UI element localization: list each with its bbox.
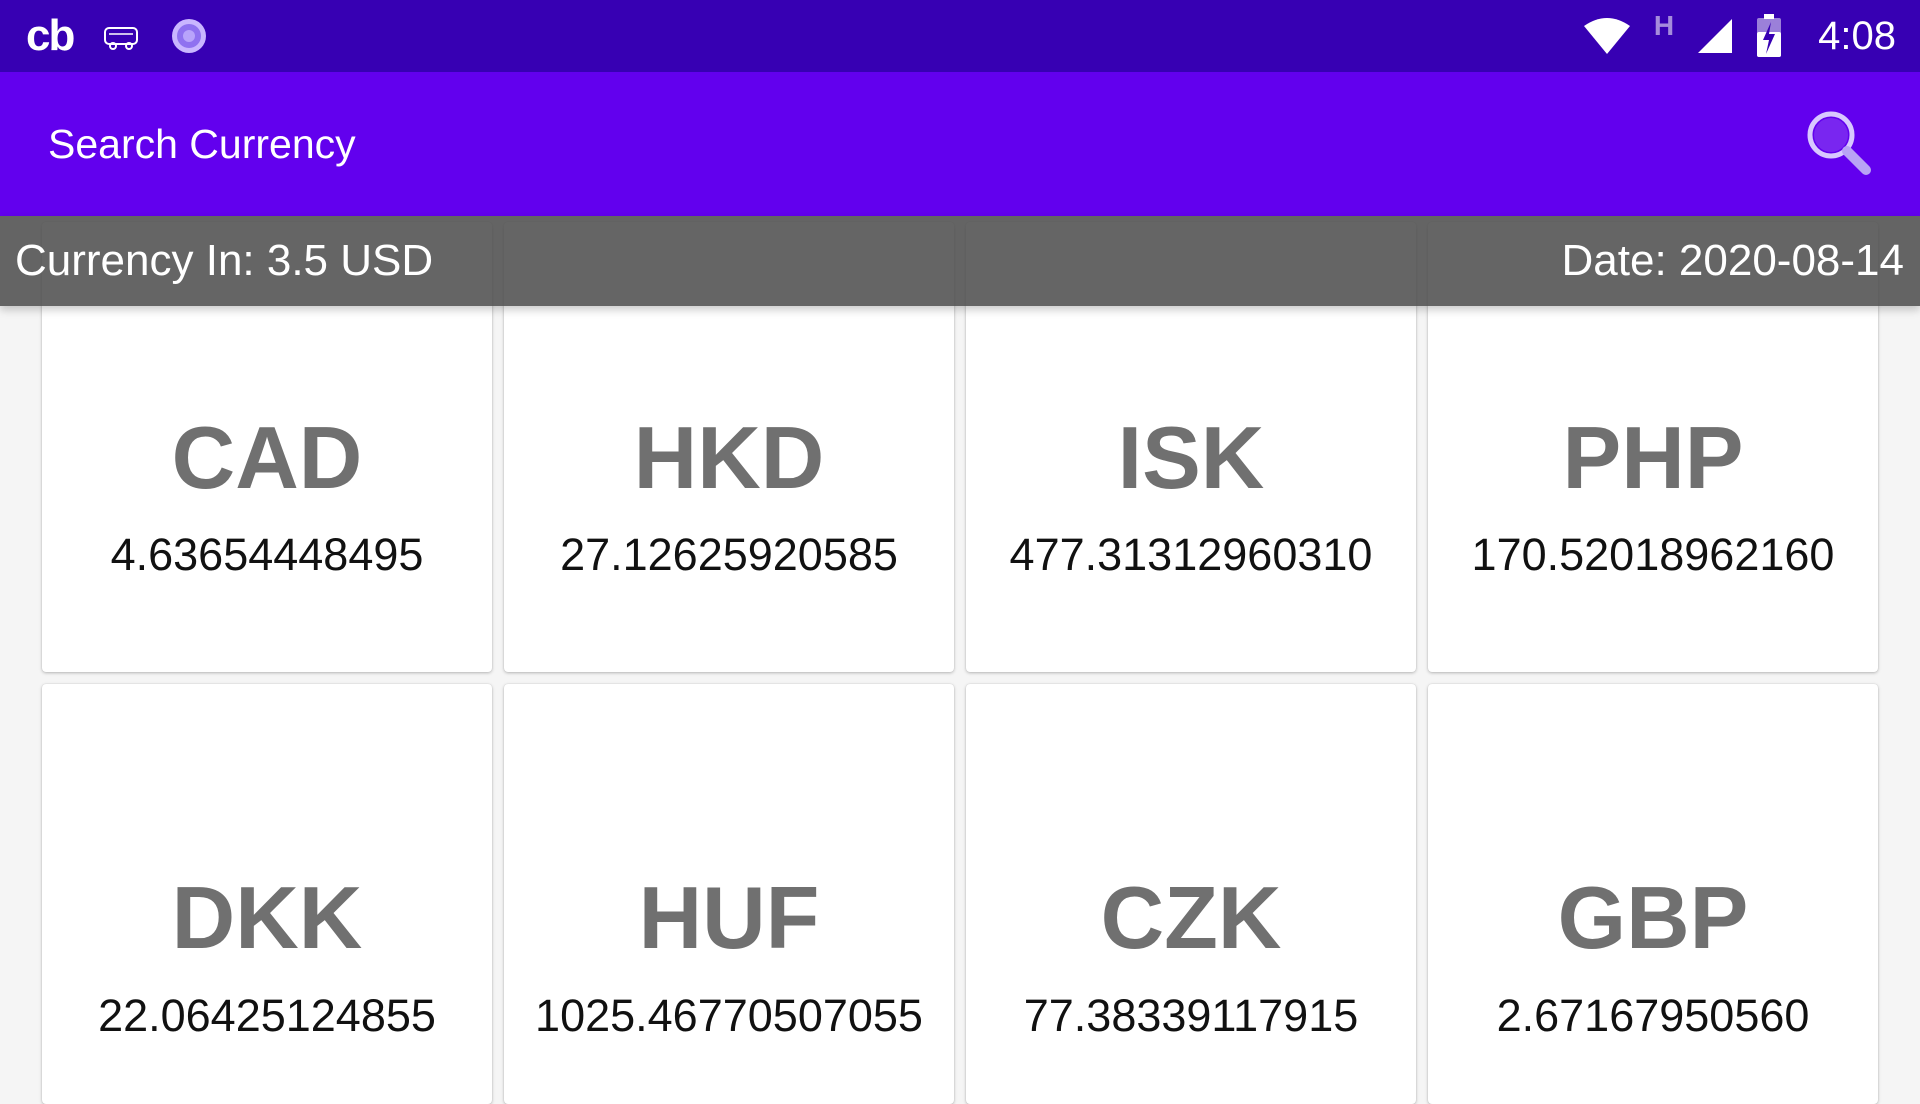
currency-value-czk: 77.38339117915 [1023, 990, 1359, 1041]
currency-card-dkk[interactable]: DKK 22.06425124855 [42, 684, 492, 1104]
cb-app-logo: cb [26, 11, 75, 60]
currency-value-hkd: 27.12625920585 [560, 529, 898, 580]
currency-value-php: 170.52018962160 [1471, 529, 1835, 580]
currency-code-isk: ISK [1117, 408, 1265, 507]
currency-code-hkd: HKD [633, 408, 825, 507]
info-bar: Currency In: 3.5 USD Date: 2020-08-14 [0, 216, 1920, 306]
battery-charging-icon [1756, 14, 1782, 58]
app-bar: Search Currency [0, 72, 1920, 216]
currency-value-gbp: 2.67167950560 [1496, 990, 1810, 1041]
status-bar: cb H 4:08 [0, 0, 1920, 72]
currency-code-dkk: DKK [171, 868, 363, 967]
currency-code-huf: HUF [638, 868, 820, 967]
cell-signal-icon [1696, 17, 1734, 55]
currency-code-czk: CZK [1100, 868, 1282, 967]
currency-code-gbp: GBP [1557, 868, 1749, 967]
date-label: Date: 2020-08-14 [1561, 236, 1904, 285]
search-button[interactable] [1802, 108, 1874, 180]
page-title: Search Currency [48, 121, 356, 167]
currency-card-gbp[interactable]: GBP 2.67167950560 [1428, 684, 1878, 1104]
network-type-label: H [1653, 10, 1675, 41]
currency-value-cad: 4.63654448495 [110, 529, 424, 580]
currency-code-php: PHP [1562, 408, 1744, 507]
currency-code-cad: CAD [171, 408, 363, 507]
status-bar-left: cb [26, 0, 209, 72]
search-icon [1802, 106, 1874, 183]
currency-value-dkk: 22.06425124855 [98, 990, 436, 1041]
bus-icon [101, 16, 141, 56]
currency-in-label: Currency In: 3.5 USD [15, 236, 434, 285]
currency-card-huf[interactable]: HUF 1025.46770507055 [504, 684, 954, 1104]
status-bar-right: H 4:08 [1582, 0, 1896, 72]
clock: 4:08 [1818, 13, 1896, 58]
spinner-icon [169, 16, 209, 56]
currency-value-isk: 477.31312960310 [1009, 529, 1373, 580]
currency-value-huf: 1025.46770507055 [535, 990, 923, 1041]
wifi-icon [1582, 16, 1632, 56]
currency-card-czk[interactable]: CZK 77.38339117915 [966, 684, 1416, 1104]
